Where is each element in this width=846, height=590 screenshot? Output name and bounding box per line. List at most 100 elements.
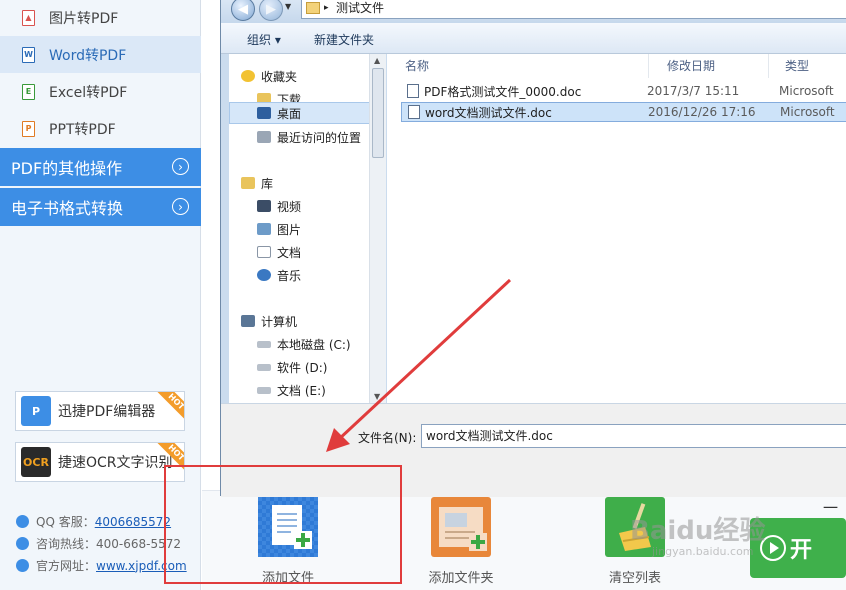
nav-documents[interactable]: 文档 bbox=[257, 241, 301, 263]
documents-icon bbox=[257, 246, 271, 258]
scroll-down-icon[interactable]: ▼ bbox=[374, 392, 380, 401]
corner-text: 一 bbox=[823, 499, 839, 517]
nav-label: 文档 bbox=[277, 245, 302, 260]
nav-scrollbar[interactable]: ▲ ▼ bbox=[369, 54, 386, 403]
scroll-thumb[interactable] bbox=[372, 68, 384, 158]
sidebar-item-label: PPT转PDF bbox=[49, 121, 116, 138]
file-list-pane: 名称 修改日期 类型 PDF格式测试文件_0000.doc 2017/3/7 1… bbox=[387, 54, 846, 403]
chevron-right-icon: › bbox=[172, 158, 189, 175]
left-panel: ▲ 图片转PDF W Word转PDF E Excel转PDF P PPT转PD… bbox=[0, 0, 201, 590]
qq-link[interactable]: 4006685572 bbox=[95, 515, 171, 529]
nav-label: 视频 bbox=[277, 199, 302, 214]
star-icon bbox=[241, 70, 255, 82]
promo-label: 迅捷PDF编辑器 bbox=[58, 404, 156, 420]
video-icon bbox=[257, 200, 271, 212]
promo-ocr[interactable]: OCR 捷速OCR文字识别 HOT bbox=[15, 442, 185, 482]
folder-icon bbox=[306, 2, 320, 14]
forward-icon[interactable]: ▶ bbox=[259, 0, 283, 21]
file-type: Microsoft bbox=[779, 84, 834, 98]
nav-library[interactable]: 库 bbox=[241, 172, 273, 194]
breadcrumb-separator-icon: ▸ bbox=[324, 3, 329, 13]
column-header-type[interactable]: 类型 bbox=[769, 54, 846, 78]
drive-icon bbox=[257, 363, 271, 371]
address-bar: ◀ ▶ ▼ ▸ 测试文件 bbox=[221, 0, 846, 23]
website-link[interactable]: www.xjpdf.com bbox=[96, 559, 187, 573]
ppt-doc-icon: P bbox=[22, 120, 36, 137]
nav-drive-c[interactable]: 本地磁盘 (C:) bbox=[257, 333, 351, 355]
contact-website: 官方网址： www.xjpdf.com bbox=[16, 557, 187, 574]
filename-label: 文件名(N): bbox=[358, 431, 417, 445]
nav-music[interactable]: 音乐 bbox=[257, 264, 301, 286]
section-pdf-other-ops[interactable]: PDF的其他操作 › bbox=[0, 148, 201, 186]
nav-label: 本地磁盘 (C:) bbox=[277, 337, 351, 352]
path-label: 测试文件 bbox=[336, 1, 385, 15]
excel-doc-icon: E bbox=[22, 83, 36, 100]
history-dropdown-icon[interactable]: ▼ bbox=[285, 2, 291, 11]
nav-recent[interactable]: 最近访问的位置 bbox=[257, 126, 361, 148]
nav-pictures[interactable]: 图片 bbox=[257, 218, 301, 240]
nav-drive-d[interactable]: 软件 (D:) bbox=[257, 356, 327, 378]
doc-file-icon bbox=[408, 105, 420, 119]
nav-label: 计算机 bbox=[261, 314, 298, 329]
nav-favorites[interactable]: 收藏夹 bbox=[241, 65, 297, 87]
nav-label: 最近访问的位置 bbox=[277, 130, 362, 145]
file-name: PDF格式测试文件_0000.doc bbox=[424, 84, 582, 99]
phone-label: 咨询热线： bbox=[36, 537, 97, 551]
watermark-sub: jingyan.baidu.com bbox=[652, 545, 754, 558]
organize-button[interactable]: 组织 ▾ bbox=[247, 31, 281, 48]
column-header-date[interactable]: 修改日期 bbox=[649, 54, 769, 78]
nav-label: 桌面 bbox=[277, 106, 302, 121]
nav-label: 文档 (E:) bbox=[277, 383, 326, 398]
add-file-button[interactable]: 添加文件 bbox=[238, 497, 338, 586]
add-file-icon bbox=[258, 497, 318, 557]
file-open-dialog: ◀ ▶ ▼ ▸ 测试文件 组织 ▾ 新建文件夹 收藏夹 下载 桌面 最近访问的位… bbox=[220, 0, 846, 497]
sidebar-item-label: 图片转PDF bbox=[49, 10, 119, 27]
word-doc-icon: W bbox=[22, 46, 36, 63]
nav-drive-e[interactable]: 文档 (E:) bbox=[257, 379, 326, 401]
file-type: Microsoft bbox=[780, 105, 835, 119]
chevron-right-icon: › bbox=[172, 198, 189, 215]
phone-value: 400-668-5572 bbox=[96, 536, 182, 551]
ie-icon bbox=[16, 559, 29, 572]
address-path[interactable]: ▸ 测试文件 bbox=[301, 0, 846, 19]
sidebar-item-ppt-to-pdf[interactable]: P PPT转PDF bbox=[0, 110, 201, 147]
section-ebook-convert[interactable]: 电子书格式转换 › bbox=[0, 188, 201, 226]
drive-icon bbox=[257, 340, 271, 348]
hot-badge: HOT bbox=[156, 392, 184, 422]
contact-phone: 咨询热线： 400-668-5572 bbox=[16, 535, 181, 552]
sidebar-item-word-to-pdf[interactable]: W Word转PDF bbox=[0, 36, 201, 73]
nav-label: 库 bbox=[261, 176, 274, 191]
sidebar-item-image-to-pdf[interactable]: ▲ 图片转PDF bbox=[0, 0, 201, 36]
start-button-label: 开 bbox=[790, 538, 813, 563]
sidebar-item-label: Excel转PDF bbox=[49, 84, 128, 101]
sidebar-item-excel-to-pdf[interactable]: E Excel转PDF bbox=[0, 73, 201, 110]
add-folder-icon bbox=[431, 497, 491, 557]
drive-icon bbox=[257, 386, 271, 394]
contact-qq: QQ 客服： 4006685572 bbox=[16, 513, 171, 530]
ocr-logo-icon: OCR bbox=[21, 447, 51, 477]
nav-label: 图片 bbox=[277, 222, 302, 237]
filename-input[interactable]: word文档测试文件.doc bbox=[421, 424, 846, 448]
nav-label: 软件 (D:) bbox=[277, 360, 328, 375]
file-date: 2016/12/26 17:16 bbox=[648, 105, 756, 119]
scroll-up-icon[interactable]: ▲ bbox=[374, 56, 380, 65]
navigation-pane: 收藏夹 下载 桌面 最近访问的位置 库 视频 图片 文档 音乐 计算机 本地磁盘… bbox=[229, 54, 376, 403]
qq-icon bbox=[16, 515, 29, 528]
library-icon bbox=[241, 177, 255, 189]
computer-icon bbox=[241, 315, 255, 327]
nav-videos[interactable]: 视频 bbox=[257, 195, 301, 217]
column-header-name[interactable]: 名称 bbox=[387, 54, 649, 78]
new-folder-button[interactable]: 新建文件夹 bbox=[314, 31, 374, 48]
clear-list-label: 清空列表 bbox=[608, 571, 661, 586]
nav-desktop[interactable]: 桌面 bbox=[229, 102, 371, 124]
pictures-icon bbox=[257, 223, 271, 235]
add-folder-button[interactable]: 添加文件夹 bbox=[411, 497, 511, 586]
file-row[interactable]: PDF格式测试文件_0000.doc 2017/3/7 15:11 Micros… bbox=[401, 81, 846, 101]
qq-label: QQ 客服： bbox=[36, 515, 95, 529]
promo-pdf-editor[interactable]: P 迅捷PDF编辑器 HOT bbox=[15, 391, 185, 431]
back-icon[interactable]: ◀ bbox=[231, 0, 255, 21]
add-file-label: 添加文件 bbox=[261, 571, 314, 586]
file-row-selected[interactable]: word文档测试文件.doc 2016/12/26 17:16 Microsof… bbox=[401, 102, 846, 122]
nav-computer[interactable]: 计算机 bbox=[241, 310, 297, 332]
filename-area: 文件名(N): word文档测试文件.doc bbox=[221, 403, 846, 497]
